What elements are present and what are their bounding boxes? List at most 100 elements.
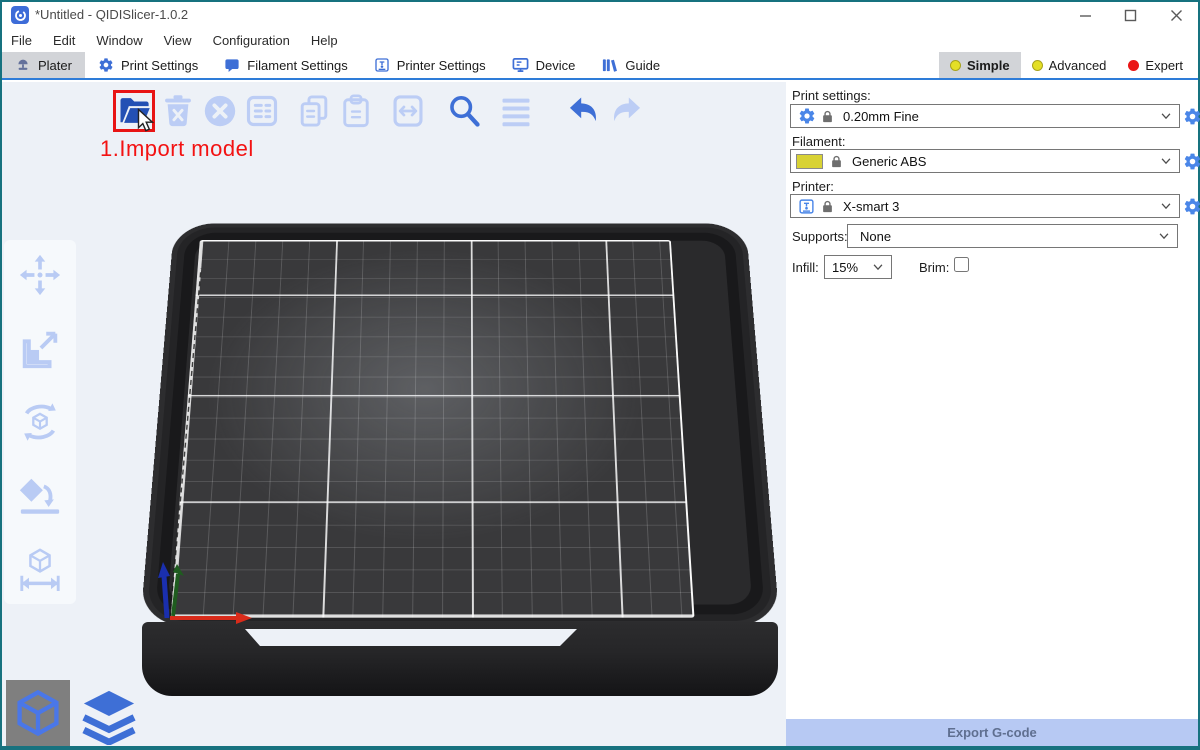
split-objects-button[interactable]	[387, 90, 429, 132]
3d-editor-view-button[interactable]	[6, 680, 70, 746]
menu-window[interactable]: Window	[88, 30, 155, 51]
infill-label: Infill:	[792, 260, 819, 275]
preview-view-button[interactable]	[78, 688, 140, 746]
copy-icon	[296, 93, 332, 129]
variable-layer-height-button[interactable]	[495, 90, 537, 132]
import-model-button[interactable]	[113, 90, 155, 132]
tab-print-settings[interactable]: Print Settings	[85, 52, 211, 78]
brim-checkbox[interactable]	[954, 257, 969, 272]
preview-layers-icon	[79, 689, 139, 745]
print-bed	[140, 254, 784, 714]
printer-icon	[798, 198, 815, 215]
delete-icon	[160, 93, 196, 129]
place-on-face-button[interactable]	[15, 471, 65, 521]
chevron-down-icon	[1159, 109, 1173, 123]
tab-plater[interactable]: Plater	[2, 52, 85, 78]
menu-configuration[interactable]: Configuration	[205, 30, 303, 51]
scale-button[interactable]	[15, 324, 65, 374]
close-button[interactable]	[1156, 2, 1196, 28]
layers-list-icon	[498, 93, 534, 129]
paste-icon	[338, 93, 374, 129]
supports-combo[interactable]: None	[847, 224, 1178, 248]
expert-dot-icon	[1128, 60, 1139, 71]
undo-icon	[566, 93, 602, 129]
delete-all-icon	[202, 93, 238, 129]
app-logo-icon	[11, 6, 29, 24]
printer-combo[interactable]: X-smart 3	[790, 194, 1180, 218]
filament-icon	[224, 57, 240, 73]
rotate-icon	[17, 399, 63, 445]
object-manipulation-toolbar	[4, 240, 76, 604]
chevron-down-icon	[871, 260, 885, 274]
brim-label: Brim:	[919, 260, 949, 275]
printer-label: Printer:	[792, 179, 834, 194]
3d-view-icon	[12, 687, 64, 739]
annotation-highlight-box	[113, 90, 155, 132]
bed-front-face	[142, 622, 778, 696]
infill-combo[interactable]: 15%	[824, 255, 892, 279]
device-icon	[512, 57, 529, 73]
lock-icon	[820, 199, 835, 214]
plater-toolbar	[113, 88, 647, 134]
paste-button[interactable]	[335, 90, 377, 132]
search-button[interactable]	[443, 90, 485, 132]
redo-button[interactable]	[605, 90, 647, 132]
scale-icon	[17, 326, 63, 372]
supports-label: Supports:	[792, 229, 848, 244]
filament-combo[interactable]: Generic ABS	[790, 149, 1180, 173]
gear-icon	[98, 57, 114, 73]
printer-icon	[374, 57, 390, 73]
filament-label: Filament:	[792, 134, 845, 149]
print-settings-label: Print settings:	[792, 88, 871, 103]
tab-printer-settings[interactable]: Printer Settings	[361, 52, 499, 78]
move-icon	[17, 252, 63, 298]
maximize-button[interactable]	[1110, 2, 1150, 28]
mode-advanced[interactable]: Advanced	[1021, 52, 1118, 78]
tab-guide[interactable]: Guide	[588, 52, 673, 78]
menu-edit[interactable]: Edit	[45, 30, 88, 51]
window-title: *Untitled - QIDISlicer-1.0.2	[35, 7, 188, 22]
export-gcode-button[interactable]: Export G-code	[786, 719, 1198, 746]
advanced-dot-icon	[1032, 60, 1043, 71]
delete-all-button[interactable]	[199, 90, 241, 132]
bed-handle-slot	[245, 629, 577, 646]
filament-gear-button[interactable]	[1183, 152, 1200, 171]
lock-icon	[820, 109, 835, 124]
mode-selector: Simple Advanced Expert	[939, 52, 1198, 78]
split-icon	[390, 93, 426, 129]
simple-dot-icon	[950, 60, 961, 71]
3d-viewport[interactable]: 1.Import model	[2, 82, 786, 746]
tab-bar: Plater Print Settings Filament Settings …	[2, 52, 1198, 80]
mode-expert[interactable]: Expert	[1117, 52, 1194, 78]
printer-gear-button[interactable]	[1183, 197, 1200, 216]
bed-grid-plate	[171, 240, 695, 618]
chevron-down-icon	[1159, 154, 1173, 168]
place-on-face-icon	[17, 473, 63, 519]
chevron-down-icon	[1157, 229, 1171, 243]
tab-device[interactable]: Device	[499, 52, 589, 78]
measure-button[interactable]	[15, 544, 65, 594]
title-bar: *Untitled - QIDISlicer-1.0.2	[2, 2, 1198, 28]
filament-color-swatch	[796, 154, 823, 169]
app-window: *Untitled - QIDISlicer-1.0.2 File Edit W…	[2, 2, 1198, 746]
print-settings-gear-button[interactable]	[1183, 107, 1200, 126]
measure-icon	[17, 546, 63, 592]
minimize-button[interactable]	[1065, 2, 1105, 28]
arrange-icon	[244, 93, 280, 129]
arrange-button[interactable]	[241, 90, 283, 132]
menu-file[interactable]: File	[3, 30, 45, 51]
redo-icon	[608, 93, 644, 129]
copy-button[interactable]	[293, 90, 335, 132]
delete-button[interactable]	[157, 90, 199, 132]
rotate-button[interactable]	[15, 397, 65, 447]
undo-button[interactable]	[563, 90, 605, 132]
menu-help[interactable]: Help	[303, 30, 351, 51]
chevron-down-icon	[1159, 199, 1173, 213]
menu-view[interactable]: View	[156, 30, 205, 51]
search-icon	[446, 93, 482, 129]
print-settings-combo[interactable]: 0.20mm Fine	[790, 104, 1180, 128]
move-button[interactable]	[15, 250, 65, 300]
tab-filament-settings[interactable]: Filament Settings	[211, 52, 360, 78]
tutorial-annotation: 1.Import model	[100, 136, 254, 162]
mode-simple[interactable]: Simple	[939, 52, 1021, 78]
